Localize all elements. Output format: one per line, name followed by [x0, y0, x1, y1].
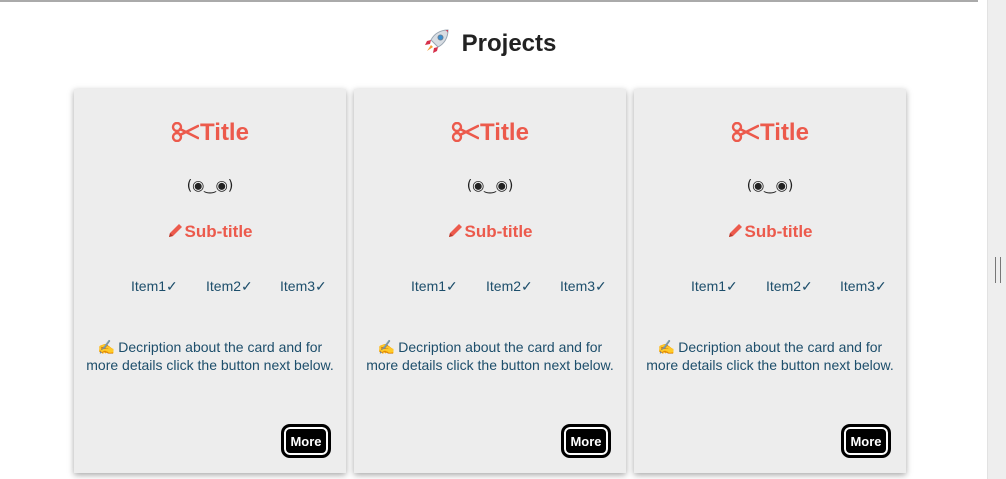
card-title: Title	[634, 119, 906, 149]
pencil-icon	[728, 223, 743, 243]
scrollbar-grip-icon[interactable]	[995, 257, 1001, 283]
project-card: Title (◉‿◉) Sub-title Item1✓ Item2✓ Item…	[634, 89, 906, 473]
card-item: Item2✓	[206, 278, 253, 294]
card-title: Title	[74, 119, 346, 149]
rocket-icon	[424, 28, 450, 61]
cards-row: Title (◉‿◉) Sub-title Item1✓ Item2✓ Item…	[74, 89, 908, 479]
card-description: ✍️ Decription about the card and for more…	[646, 338, 894, 374]
card-item: Item2✓	[766, 278, 813, 294]
card-title: Title	[354, 119, 626, 149]
project-card: Title (◉‿◉) Sub-title Item1✓ Item2✓ Item…	[354, 89, 626, 473]
card-subtitle: Sub-title	[634, 222, 906, 243]
scissors-icon	[451, 121, 480, 149]
card-item: Item1✓	[411, 278, 458, 294]
card-description-text: Decription about the card and for more d…	[86, 339, 334, 373]
more-button[interactable]: More	[842, 425, 890, 457]
card-subtitle-text: Sub-title	[744, 222, 813, 241]
scissors-icon	[731, 121, 760, 149]
pencil-icon	[168, 223, 183, 243]
more-button[interactable]: More	[282, 425, 330, 457]
section-title: Projects	[0, 28, 980, 61]
page: Projects Title (◉‿◉) Sub-title Item1✓ It…	[0, 0, 1006, 479]
card-item: Item2✓	[486, 278, 533, 294]
card-items: Item1✓ Item2✓ Item3✓	[131, 278, 341, 298]
card-title-text: Title	[200, 119, 249, 146]
writing-hand-icon: ✍️	[377, 339, 396, 355]
card-title-text: Title	[760, 119, 809, 146]
card-item: Item3✓	[560, 278, 607, 294]
card-subtitle-text: Sub-title	[184, 222, 253, 241]
card-items: Item1✓ Item2✓ Item3✓	[691, 278, 901, 298]
card-items: Item1✓ Item2✓ Item3✓	[411, 278, 621, 298]
card-emoticon: (◉‿◉)	[466, 178, 514, 194]
card-subtitle: Sub-title	[354, 222, 626, 243]
card-description-text: Decription about the card and for more d…	[646, 339, 894, 373]
card-description-text: Decription about the card and for more d…	[366, 339, 614, 373]
writing-hand-icon: ✍️	[97, 339, 116, 355]
card-title-text: Title	[480, 119, 529, 146]
card-description: ✍️ Decription about the card and for more…	[86, 338, 334, 374]
section-title-text: Projects	[461, 30, 557, 57]
card-emoticon: (◉‿◉)	[186, 178, 234, 194]
card-item: Item1✓	[131, 278, 178, 294]
card-subtitle: Sub-title	[74, 222, 346, 243]
card-description: ✍️ Decription about the card and for more…	[366, 338, 614, 374]
card-item: Item1✓	[691, 278, 738, 294]
project-card: Title (◉‿◉) Sub-title Item1✓ Item2✓ Item…	[74, 89, 346, 473]
vertical-scrollbar[interactable]	[987, 0, 1006, 479]
top-divider	[0, 0, 978, 2]
writing-hand-icon: ✍️	[657, 339, 676, 355]
card-item: Item3✓	[280, 278, 327, 294]
card-item: Item3✓	[840, 278, 887, 294]
card-subtitle-text: Sub-title	[464, 222, 533, 241]
more-button[interactable]: More	[562, 425, 610, 457]
card-emoticon: (◉‿◉)	[746, 178, 794, 194]
scissors-icon	[171, 121, 200, 149]
pencil-icon	[448, 223, 463, 243]
